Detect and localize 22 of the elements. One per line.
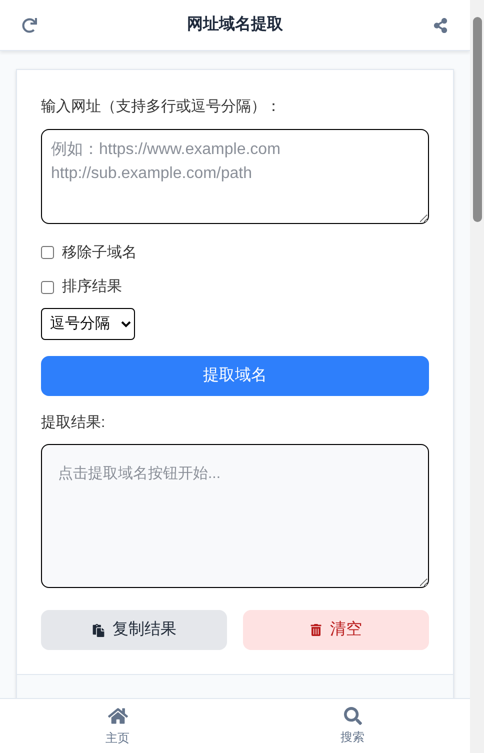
separator-select[interactable]: 逗号分隔: [41, 308, 135, 340]
option-checkbox[interactable]: [41, 246, 54, 260]
clipboard-icon: [92, 624, 104, 636]
page-title: 网址域名提取: [187, 14, 283, 35]
option-checkbox[interactable]: [41, 280, 54, 294]
refresh-icon[interactable]: [22, 18, 37, 32]
copy-button[interactable]: 复制结果: [41, 610, 227, 650]
url-input-field[interactable]: 例如：https://www.example.com http://sub.example.com/path: [41, 128, 429, 224]
clear-button[interactable]: 清空: [243, 610, 429, 650]
option-label: 移除子域名: [62, 242, 137, 262]
nav-item[interactable]: 搜索: [235, 699, 470, 753]
result-field[interactable]: 点击提取域名按钮开始...: [41, 444, 429, 588]
share-icon[interactable]: [433, 18, 448, 32]
option-label: 排序结果: [62, 277, 122, 297]
nav-item[interactable]: 主页: [0, 699, 235, 753]
result-label: 提取结果:: [41, 412, 106, 432]
extract-button[interactable]: 提取域名: [41, 356, 429, 396]
scrollbar-thumb[interactable]: [472, 17, 482, 222]
input-label: 输入网址（支持多行或逗号分隔）：: [41, 97, 282, 117]
trash-icon: [310, 624, 322, 636]
search-icon: [344, 706, 362, 724]
home-icon: [108, 706, 128, 726]
